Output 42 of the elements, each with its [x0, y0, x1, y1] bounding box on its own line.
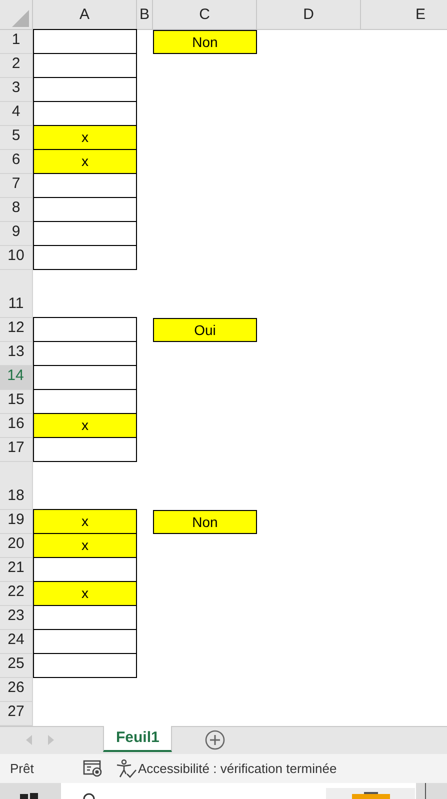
row-header[interactable]: 12 [0, 318, 33, 342]
row-header[interactable]: 4 [0, 102, 33, 126]
row-header[interactable]: 10 [0, 246, 33, 270]
cell: Non [153, 30, 257, 54]
row-header[interactable]: 8 [0, 198, 33, 222]
row-header[interactable]: 18 [0, 462, 33, 510]
cell: x [33, 581, 137, 606]
row-header[interactable]: 23 [0, 606, 33, 630]
row-header[interactable]: 16 [0, 414, 33, 438]
row-header[interactable]: 21 [0, 558, 33, 582]
row-header[interactable]: 6 [0, 150, 33, 174]
row-header[interactable]: 2 [0, 54, 33, 78]
row-header[interactable]: 1 [0, 30, 33, 54]
row-header[interactable]: 13 [0, 342, 33, 366]
row-header[interactable]: 22 [0, 582, 33, 606]
row-header[interactable]: 5 [0, 126, 33, 150]
row-header[interactable]: 24 [0, 630, 33, 654]
row-header[interactable]: 19 [0, 510, 33, 534]
cell: x [33, 509, 137, 534]
cell: x [33, 149, 137, 174]
status-text: Prêt [10, 760, 35, 778]
cell: Oui [153, 318, 257, 342]
row-header[interactable]: 11 [0, 270, 33, 318]
row-header[interactable]: 14 [0, 366, 33, 390]
column-header[interactable]: B [137, 0, 153, 30]
row-header[interactable]: 9 [0, 222, 33, 246]
cell: x [33, 413, 137, 438]
row-header[interactable]: 20 [0, 534, 33, 558]
row-header[interactable]: 27 [0, 702, 33, 726]
cell: x [33, 533, 137, 558]
column-header[interactable]: D [257, 0, 361, 30]
accessibility-status[interactable]: Accessibilité : vérification terminée [138, 758, 337, 778]
sheet-tab[interactable]: Feuil1 [103, 726, 172, 752]
cell: x [33, 125, 137, 150]
cell: Non [153, 510, 257, 534]
row-header[interactable]: 15 [0, 390, 33, 414]
row-header[interactable]: 26 [0, 678, 33, 702]
row-header[interactable]: 3 [0, 78, 33, 102]
row-header[interactable]: 7 [0, 174, 33, 198]
row-header[interactable]: 25 [0, 654, 33, 678]
column-header[interactable]: E [361, 0, 447, 30]
row-header[interactable]: 17 [0, 438, 33, 462]
